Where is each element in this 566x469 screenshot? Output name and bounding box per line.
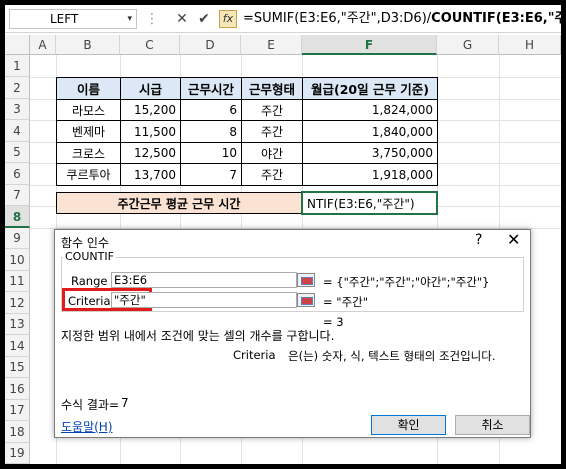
row-header-17[interactable]: 17	[5, 400, 30, 421]
formula-result-value: 7	[121, 396, 129, 410]
row-header-14[interactable]: 14	[5, 335, 30, 357]
cancel-button[interactable]: 취소	[455, 415, 530, 435]
chevron-down-icon[interactable]: ▾	[127, 10, 132, 28]
table-header-hours[interactable]: 근무시간	[180, 77, 242, 100]
table-cell[interactable]: 크로스	[56, 142, 121, 164]
criteria-input[interactable]: "주간"	[111, 292, 297, 308]
summary-label-cell[interactable]: 주간근무 평균 근무 시간	[56, 192, 302, 214]
row-header-12[interactable]: 12	[5, 292, 30, 314]
column-header-f[interactable]: F	[302, 35, 437, 55]
column-header-c[interactable]: C	[120, 35, 180, 55]
column-header-b[interactable]: B	[56, 35, 120, 55]
column-header-h[interactable]: H	[499, 35, 561, 55]
formula-text: =SUMIF(E3:E6,"주간",D3:D6)/	[243, 11, 432, 26]
ok-button[interactable]: 확인	[371, 415, 446, 435]
row-header-9[interactable]: 9	[5, 228, 30, 249]
excel-window: LEFT ▾ ⋮ ✕ ✔ fx =SUMIF(E3:E6,"주간",D3:D6)…	[5, 5, 561, 464]
column-header-d[interactable]: D	[180, 35, 241, 55]
row-header-11[interactable]: 11	[5, 271, 30, 292]
table-header-shift[interactable]: 근무형태	[241, 77, 303, 100]
row-header-16[interactable]: 16	[5, 378, 30, 400]
table-cell[interactable]: 11,500	[120, 120, 181, 143]
table-cell[interactable]: 1,824,000	[302, 99, 438, 121]
column-header-a[interactable]: A	[30, 35, 56, 55]
argument-help-name: Criteria	[233, 348, 276, 362]
help-link[interactable]: 도움말(H)	[61, 418, 113, 435]
table-cell[interactable]: 12,500	[120, 142, 181, 164]
table-cell[interactable]: 7	[180, 163, 242, 186]
function-arguments-dialog: 함수 인수 ? ✕ COUNTIF Range E3:E6 = {"주간";"주…	[54, 229, 531, 438]
check-icon[interactable]: ✔	[195, 9, 213, 29]
criteria-collapse-icon[interactable]	[297, 293, 315, 307]
function-name: COUNTIF	[63, 250, 116, 263]
row-header-7[interactable]: 7	[5, 185, 30, 206]
range-input[interactable]: E3:E6	[111, 272, 297, 288]
table-cell[interactable]: 3,750,000	[302, 142, 438, 164]
table-cell[interactable]: 10	[180, 142, 242, 164]
table-cell[interactable]: 13,700	[120, 163, 181, 186]
row-header-1[interactable]: 1	[5, 55, 30, 77]
row-header-6[interactable]: 6	[5, 163, 30, 185]
formula-result-label: 수식 결과=	[61, 398, 120, 412]
table-cell[interactable]: 8	[180, 120, 242, 143]
formula-input[interactable]: =SUMIF(E3:E6,"주간",D3:D6)/COUNTIF(E3:E6,"…	[243, 8, 561, 30]
criteria-result: = "주간"	[323, 295, 369, 309]
table-cell[interactable]: 쿠르투아	[56, 163, 121, 186]
dialog-title: 함수 인수	[61, 236, 109, 250]
column-header-g[interactable]: G	[437, 35, 499, 55]
range-label: Range	[71, 274, 108, 288]
table-cell[interactable]: 1,918,000	[302, 163, 438, 186]
cancel-icon[interactable]: ✕	[173, 9, 191, 29]
row-header-18[interactable]: 18	[5, 421, 30, 443]
formula-bar: LEFT ▾ ⋮ ✕ ✔ fx =SUMIF(E3:E6,"주간",D3:D6)…	[5, 5, 561, 33]
name-box-value: LEFT	[50, 12, 79, 26]
table-cell[interactable]: 주간	[241, 99, 303, 121]
table-cell[interactable]: 라모스	[56, 99, 121, 121]
table-cell[interactable]: 1,840,000	[302, 120, 438, 143]
row-header-4[interactable]: 4	[5, 120, 30, 142]
table-cell[interactable]: 주간	[241, 163, 303, 186]
row-header-2[interactable]: 2	[5, 77, 30, 99]
row-header-3[interactable]: 3	[5, 99, 30, 120]
row-header-10[interactable]: 10	[5, 249, 30, 271]
row-header-13[interactable]: 13	[5, 314, 30, 335]
row-header-19[interactable]: 19	[5, 443, 30, 464]
select-all-corner[interactable]	[5, 35, 30, 55]
more-dots-icon: ⋮	[145, 11, 159, 27]
help-icon[interactable]: ?	[475, 232, 482, 248]
table-cell[interactable]: 벤제마	[56, 120, 121, 143]
table-cell[interactable]: 야간	[241, 142, 303, 164]
table-cell[interactable]: 15,200	[120, 99, 181, 121]
range-collapse-icon[interactable]	[297, 273, 315, 287]
criteria-label: Criteria	[68, 294, 111, 308]
insert-function-icon[interactable]: fx	[219, 10, 237, 28]
close-icon[interactable]: ✕	[507, 230, 520, 249]
argument-help-text: 은(는) 숫자, 식, 텍스트 형태의 조건입니다.	[288, 349, 496, 363]
table-header-salary[interactable]: 월급(20일 근무 기준)	[302, 77, 438, 100]
function-description: 지정한 범위 내에서 조건에 맞는 셀의 개수를 구합니다.	[61, 329, 335, 343]
table-header-wage[interactable]: 시급	[120, 77, 181, 100]
name-box[interactable]: LEFT ▾	[9, 9, 137, 29]
table-cell[interactable]: 주간	[241, 120, 303, 143]
column-header-e[interactable]: E	[241, 35, 302, 55]
range-result: = {"주간";"주간";"야간";"주간"}	[323, 275, 490, 289]
active-cell-f8[interactable]: NTIF(E3:E6,"주간")	[301, 191, 438, 215]
row-header-8[interactable]: 8	[5, 206, 30, 228]
row-header-15[interactable]: 15	[5, 357, 30, 378]
table-cell[interactable]: 6	[180, 99, 242, 121]
row-header-5[interactable]: 5	[5, 142, 30, 163]
table-header-name[interactable]: 이름	[56, 77, 121, 100]
formula-active-part: COUNTIF(E3:E6,"주간")	[431, 11, 561, 26]
